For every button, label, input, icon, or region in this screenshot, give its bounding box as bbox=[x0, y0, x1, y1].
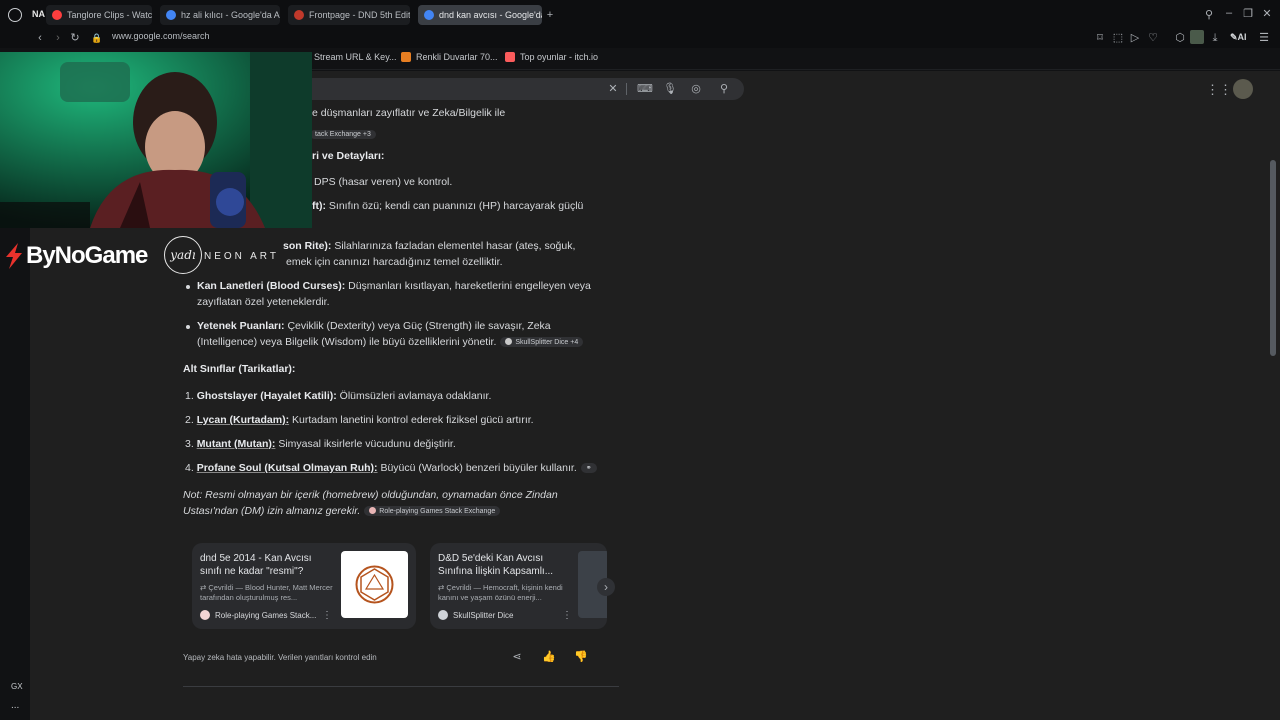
ai-button[interactable]: ✎AI bbox=[1230, 32, 1247, 43]
thumbs-up-icon[interactable]: 👍 bbox=[542, 650, 556, 664]
play-icon[interactable]: ▷ bbox=[1128, 31, 1142, 45]
search-input[interactable]: ✕ ⌨ 🎙 ◎ ⚲ bbox=[300, 78, 744, 100]
share-icon[interactable]: ⋖ bbox=[510, 650, 524, 664]
apps-grid-icon[interactable]: ⋮⋮ bbox=[1206, 83, 1232, 97]
overview-line: emek için canınızı harcadığınız temel öz… bbox=[286, 256, 503, 268]
minimize-icon[interactable]: – bbox=[1222, 6, 1236, 20]
next-cards-icon[interactable]: › bbox=[597, 578, 615, 596]
tab-favicon-icon bbox=[294, 10, 304, 20]
source-card[interactable]: D&D 5e'deki Kan Avcısı Sınıfına İlişkin … bbox=[430, 543, 607, 629]
bynogame-brand: ByNoGame bbox=[26, 242, 148, 269]
gx-corner-button[interactable]: GX bbox=[11, 682, 23, 691]
tab-bar: NA Tanglore Clips - Watch Liv hz ali kıl… bbox=[0, 0, 1280, 28]
opera-gx-logo-icon[interactable] bbox=[8, 8, 22, 22]
tab-favicon-icon bbox=[52, 10, 62, 20]
page-scrollbar[interactable] bbox=[1270, 160, 1276, 356]
source-chip[interactable]: Role-playing Games Stack Exchange bbox=[364, 506, 501, 516]
tab-dnd-frontpage[interactable]: Frontpage - DND 5th Editi bbox=[288, 5, 410, 25]
webcam-image bbox=[0, 52, 312, 228]
skullsplitter-icon bbox=[438, 610, 448, 620]
lock-icon: 🔒 bbox=[91, 33, 103, 43]
thumbs-down-icon[interactable]: 👎 bbox=[574, 650, 588, 664]
list-item-cont: (Intelligence) veya Bilgelik (Wisdom) il… bbox=[197, 336, 584, 348]
new-tab-icon[interactable]: + bbox=[543, 8, 557, 22]
overview-line: DPS (hasar veren) ve kontrol. bbox=[314, 176, 453, 188]
overview-line: ft): Sınıfın özü; kendi can puanınızı (H… bbox=[312, 200, 584, 212]
tab-tanglore[interactable]: Tanglore Clips - Watch Liv bbox=[46, 5, 152, 25]
skullsplitter-icon bbox=[505, 338, 513, 345]
keyboard-icon[interactable]: ⌨ bbox=[637, 82, 653, 96]
tab-dnd-kan-avcisi[interactable]: dnd kan avcısı - Google'da bbox=[418, 5, 542, 25]
card-thumbnail bbox=[341, 551, 408, 618]
list-item: 4. Profane Soul (Kutsal Olmayan Ruh): Bü… bbox=[185, 462, 597, 474]
list-item: 1. Ghostslayer (Hayalet Katili): Ölümsüz… bbox=[185, 390, 492, 402]
search-icon[interactable]: ⚲ bbox=[717, 82, 731, 96]
card-title: D&D 5e'deki Kan Avcısı Sınıfına İlişkin … bbox=[438, 553, 554, 577]
card-title: dnd 5e 2014 - Kan Avcısı sınıfı ne kadar… bbox=[200, 553, 312, 577]
microphone-icon[interactable]: 🎙 bbox=[663, 82, 677, 96]
google-icon bbox=[166, 10, 176, 20]
bookmark-icon[interactable]: ⌑ bbox=[1093, 31, 1107, 45]
itch-io-icon bbox=[505, 52, 515, 62]
more-options-icon[interactable]: ⋮ bbox=[322, 609, 332, 623]
ai-disclaimer: Yapay zeka hata yapabilir. Verilen yanıt… bbox=[183, 653, 377, 662]
overview-line: son Rite): Silahlarınıza fazladan elemen… bbox=[283, 240, 576, 252]
list-item: Kan Lanetleri (Blood Curses): Düşmanları… bbox=[197, 280, 591, 292]
note-line: Not: Resmi olmayan bir içerik (homebrew)… bbox=[183, 489, 558, 501]
heart-icon[interactable]: ♡ bbox=[1146, 31, 1160, 45]
list-item-cont: zayıflatan özel yeteneklerdir. bbox=[197, 296, 330, 308]
clear-search-icon[interactable]: ✕ bbox=[606, 82, 620, 96]
sidebar-more-button[interactable]: ... bbox=[11, 700, 19, 711]
card-snippet: ⇄ Çevrildi — Blood Hunter, Matt Mercer t… bbox=[200, 583, 333, 602]
list-item: 3. Mutant (Mutan): Simyasal iksirlerle v… bbox=[185, 438, 456, 450]
neon-art-label: NEON ART bbox=[204, 251, 279, 262]
source-chip[interactable]: SkullSplitter Dice +4 bbox=[500, 337, 584, 347]
stack-exchange-icon bbox=[369, 507, 377, 514]
d20-icon bbox=[355, 565, 394, 604]
snapshot-icon[interactable]: ⬚ bbox=[1111, 31, 1125, 45]
card-source: Role-playing Games Stack... bbox=[200, 610, 316, 620]
bullet bbox=[186, 285, 190, 289]
account-avatar[interactable] bbox=[1233, 79, 1253, 99]
bullet bbox=[186, 325, 190, 329]
bynogame-logo-icon bbox=[4, 243, 24, 269]
overview-line: e düşmanları zayıflatır ve Zeka/Bilgelik… bbox=[312, 107, 506, 119]
divider bbox=[626, 83, 627, 95]
lens-icon[interactable]: ◎ bbox=[689, 82, 703, 96]
list-item: 2. Lycan (Kurtadam): Kurtadam lanetini k… bbox=[185, 414, 534, 426]
link-icon[interactable]: ⚭ bbox=[580, 463, 597, 473]
back-icon[interactable]: ‹ bbox=[33, 31, 47, 45]
reload-icon[interactable]: ↻ bbox=[68, 31, 82, 45]
tab-badge: NA bbox=[32, 9, 45, 19]
extensions-icon[interactable]: ⬡ bbox=[1173, 31, 1187, 45]
stack-exchange-icon bbox=[200, 610, 210, 620]
forward-icon[interactable]: › bbox=[51, 31, 65, 45]
close-icon[interactable]: ✕ bbox=[1260, 7, 1274, 21]
url-input[interactable]: www.google.com/search bbox=[112, 31, 210, 41]
yadi-logo: yadı bbox=[164, 236, 202, 274]
card-snippet: ⇄ Çevrildi — Hemocraft, kişinin kendi ka… bbox=[438, 583, 563, 602]
maximize-icon[interactable]: ❐ bbox=[1241, 7, 1255, 21]
section-heading: Alt Sınıflar (Tarikatlar): bbox=[183, 363, 296, 375]
address-bar: ‹ › ↻ 🔒 www.google.com/search ⌑ ⬚ ▷ ♡ ⬡ … bbox=[0, 28, 1280, 48]
download-icon[interactable]: ⤓ bbox=[1208, 31, 1222, 45]
bookmark-stream-url[interactable]: Stream URL & Key... bbox=[314, 52, 397, 62]
divider bbox=[183, 686, 619, 687]
search-tabs-icon[interactable]: ⚲ bbox=[1202, 8, 1216, 22]
bookmark-itch-io[interactable]: Top oyunlar - itch.io bbox=[505, 52, 598, 62]
list-item: Yetenek Puanları: Çeviklik (Dexterity) v… bbox=[197, 320, 551, 332]
webcam-overlay bbox=[0, 52, 312, 228]
card-source: SkullSplitter Dice bbox=[438, 610, 513, 620]
bookmark-favicon-icon bbox=[401, 52, 411, 62]
tab-hz-ali[interactable]: hz ali kılıcı - Google'da Ar bbox=[160, 5, 280, 25]
profile-avatar-icon[interactable] bbox=[1190, 30, 1204, 44]
menu-icon[interactable]: ☰ bbox=[1257, 31, 1271, 45]
bookmark-renkli-duvarlar[interactable]: Renkli Duvarlar 70... bbox=[401, 52, 498, 62]
note-line: Ustası'ndan (DM) izin almanız gerekir. Ro… bbox=[183, 505, 501, 517]
google-icon bbox=[424, 10, 434, 20]
section-heading: ri ve Detayları: bbox=[312, 150, 385, 162]
more-options-icon[interactable]: ⋮ bbox=[562, 609, 572, 623]
source-chip[interactable]: tack Exchange +3 bbox=[306, 124, 376, 142]
source-card[interactable]: dnd 5e 2014 - Kan Avcısı sınıfı ne kadar… bbox=[192, 543, 416, 629]
